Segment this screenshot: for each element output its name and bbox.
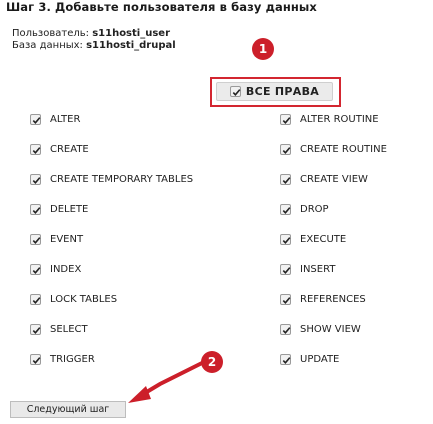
annotation-badge-2: 2 [201,351,223,373]
annotation-badge-1: 1 [252,38,274,60]
next-step-button[interactable]: Следующий шаг [10,401,126,418]
arrow-head-icon [128,386,151,403]
